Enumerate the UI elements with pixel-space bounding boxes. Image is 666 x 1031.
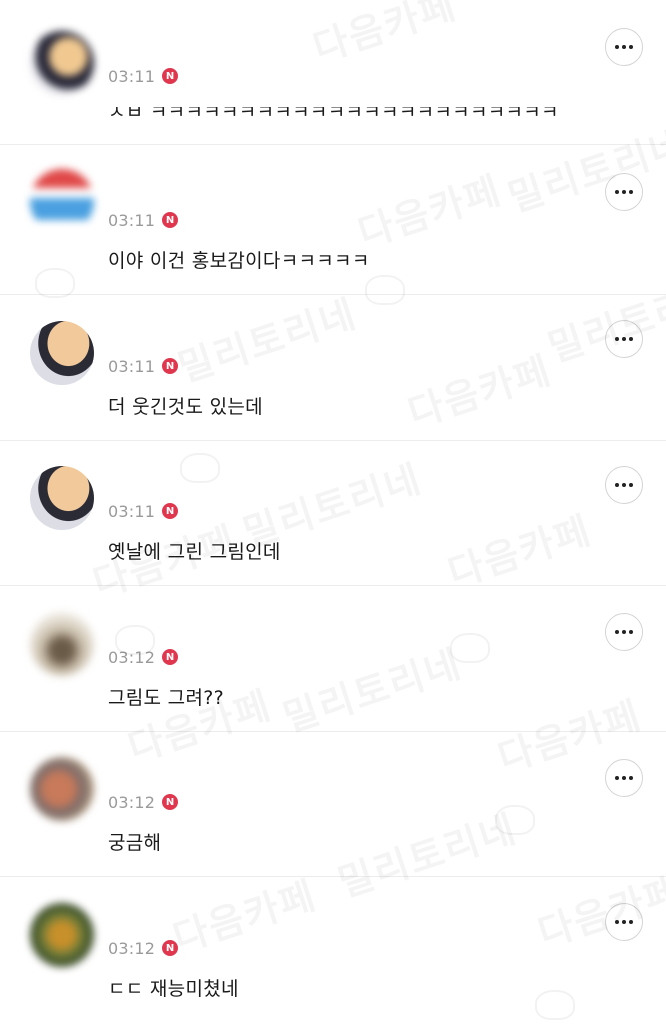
avatar[interactable] (30, 903, 94, 967)
avatar[interactable] (30, 31, 94, 95)
more-options-button[interactable] (605, 903, 643, 941)
comment-item: 03:11 N ㅅㅂ ㅋㅋㅋㅋㅋㅋㅋㅋㅋㅋㅋㅋㅋㅋㅋㅋㅋㅋㅋㅋㅋㅋㅋ (0, 0, 666, 145)
comment-time: 03:11 (108, 210, 156, 230)
comment-meta: 03:12 N (108, 792, 179, 812)
more-horizontal-icon (615, 45, 619, 49)
avatar[interactable] (30, 612, 94, 676)
comment-item: 03:12 N 궁금해 (0, 732, 666, 877)
more-options-button[interactable] (605, 320, 643, 358)
comment-item: 03:11 N 이야 이건 홍보감이다ㅋㅋㅋㅋㅋ (0, 150, 666, 295)
new-badge: N (162, 68, 179, 84)
comment-feed: 03:11 N ㅅㅂ ㅋㅋㅋㅋㅋㅋㅋㅋㅋㅋㅋㅋㅋㅋㅋㅋㅋㅋㅋㅋㅋㅋㅋ 03:11… (0, 0, 666, 1031)
avatar[interactable] (30, 466, 94, 530)
more-horizontal-icon (615, 776, 619, 780)
comment-time: 03:12 (108, 938, 156, 958)
avatar[interactable] (30, 321, 94, 385)
more-horizontal-icon (615, 630, 619, 634)
comment-item: 03:11 N 옛날에 그린 그림인데 (0, 441, 666, 586)
more-options-button[interactable] (605, 28, 643, 66)
more-options-button[interactable] (605, 613, 643, 651)
comment-time: 03:11 (108, 356, 156, 376)
comment-item: 03:11 N 더 웃긴것도 있는데 (0, 296, 666, 441)
comment-text: 더 웃긴것도 있는데 (108, 396, 263, 418)
comment-meta: 03:11 N (108, 501, 179, 521)
more-horizontal-icon (615, 920, 619, 924)
new-badge: N (162, 212, 179, 228)
new-badge: N (162, 503, 179, 519)
comment-text: ㅅㅂ ㅋㅋㅋㅋㅋㅋㅋㅋㅋㅋㅋㅋㅋㅋㅋㅋㅋㅋㅋㅋㅋㅋㅋ (108, 101, 559, 123)
more-options-button[interactable] (605, 466, 643, 504)
comment-text: 그림도 그려?? (108, 687, 225, 709)
avatar[interactable] (30, 757, 94, 821)
comment-meta: 03:11 N (108, 356, 179, 376)
more-horizontal-icon (615, 190, 619, 194)
more-horizontal-icon (615, 337, 619, 341)
comment-item: 03:12 N 그림도 그려?? (0, 587, 666, 732)
comment-time: 03:12 (108, 647, 156, 667)
more-options-button[interactable] (605, 759, 643, 797)
new-badge: N (162, 794, 179, 810)
more-horizontal-icon (615, 483, 619, 487)
comment-meta: 03:11 N (108, 66, 179, 86)
comment-text: 이야 이건 홍보감이다ㅋㅋㅋㅋㅋ (108, 250, 370, 272)
new-badge: N (162, 358, 179, 374)
comment-meta: 03:11 N (108, 210, 179, 230)
comment-text: ㄷㄷ 재능미쳤네 (108, 978, 239, 1000)
comment-text: 옛날에 그린 그림인데 (108, 541, 281, 563)
new-badge: N (162, 649, 179, 665)
comment-meta: 03:12 N (108, 647, 179, 667)
comment-text: 궁금해 (108, 832, 162, 854)
comment-time: 03:11 (108, 501, 156, 521)
comment-time: 03:12 (108, 792, 156, 812)
new-badge: N (162, 940, 179, 956)
comment-time: 03:11 (108, 66, 156, 86)
avatar[interactable] (30, 169, 94, 233)
more-options-button[interactable] (605, 173, 643, 211)
comment-meta: 03:12 N (108, 938, 179, 958)
comment-item: 03:12 N ㄷㄷ 재능미쳤네 (0, 878, 666, 1023)
